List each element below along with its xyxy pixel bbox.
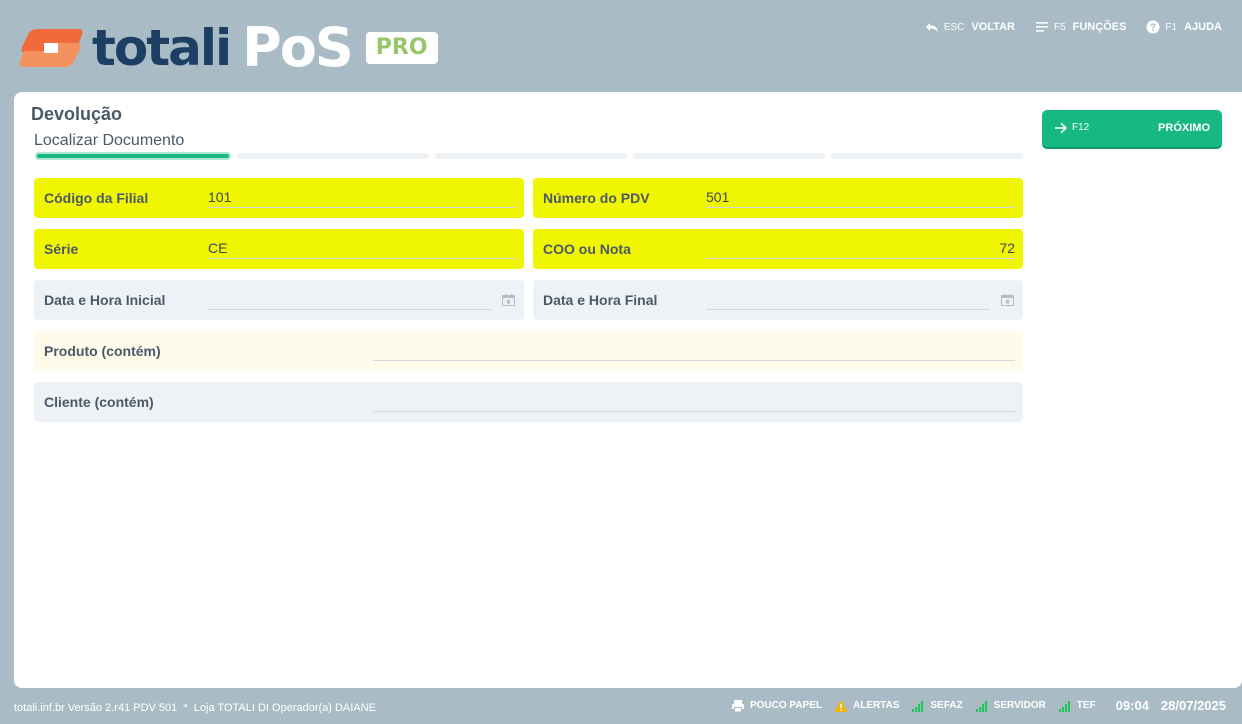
status-info: totali.inf.br Versão 2.r41 PDV 501 * Loj… <box>14 702 376 714</box>
serie-input[interactable]: CE <box>208 239 516 259</box>
cliente-label: Cliente (contém) <box>44 394 154 410</box>
app-header: totali PoS PRO ESC VOLTAR F5 FUNÇÕES ? F… <box>0 0 1242 92</box>
data-final-label: Data e Hora Final <box>543 292 658 308</box>
numero-pdv-field: Número do PDV 501 <box>533 178 1023 218</box>
back-label: VOLTAR <box>971 21 1015 33</box>
coo-nota-label: COO ou Nota <box>543 241 631 257</box>
next-key: F12 <box>1072 122 1090 133</box>
serie-label: Série <box>44 241 79 257</box>
help-key: F1 <box>1165 21 1178 33</box>
produto-field: Produto (contém) <box>34 331 1023 371</box>
status-server[interactable]: SERVIDOR <box>975 699 1046 713</box>
menu-lines-icon <box>1035 22 1048 32</box>
back-key: ESC <box>943 21 965 33</box>
signal-icon <box>975 700 987 712</box>
numero-pdv-label: Número do PDV <box>543 190 650 206</box>
status-indicators: POUCO PAPEL ALERTAS SEFAZ SERVIDOR TEF 0… <box>731 698 1226 713</box>
status-tef[interactable]: TEF <box>1058 699 1096 713</box>
help-circle-icon: ? <box>1146 20 1160 34</box>
status-paper-label: POUCO PAPEL <box>749 700 822 711</box>
produto-input[interactable] <box>373 341 1015 361</box>
logo-mark-icon <box>19 29 83 67</box>
codigo-filial-label: Código da Filial <box>44 190 149 206</box>
help-button[interactable]: ? F1 AJUDA <box>1146 20 1222 34</box>
step-indicator <box>435 153 627 159</box>
warning-icon <box>834 699 848 712</box>
coo-nota-input[interactable]: 72 <box>706 239 1015 259</box>
header-actions: ESC VOLTAR F5 FUNÇÕES ? F1 AJUDA <box>925 20 1222 34</box>
produto-label: Produto (contém) <box>44 343 161 359</box>
step-indicator <box>831 153 1023 159</box>
step-title: Localizar Documento <box>34 132 185 149</box>
step-indicator <box>633 153 825 159</box>
next-button[interactable]: F12 PRÓXIMO <box>1042 110 1222 147</box>
data-inicial-field: Data e Hora Inicial <box>34 280 524 320</box>
data-inicial-input[interactable] <box>208 290 492 310</box>
serie-field: Série CE <box>34 229 524 269</box>
cliente-input[interactable] <box>373 392 1015 412</box>
signal-icon <box>912 700 924 712</box>
functions-button[interactable]: F5 FUNÇÕES <box>1035 20 1126 34</box>
next-label: PRÓXIMO <box>1158 122 1210 134</box>
page-title: Devolução <box>31 104 123 124</box>
status-tef-label: TEF <box>1076 700 1096 711</box>
numero-pdv-input[interactable]: 501 <box>706 188 1015 208</box>
data-inicial-label: Data e Hora Inicial <box>44 292 166 308</box>
status-alerts-label: ALERTAS <box>853 700 900 711</box>
brand-edition-badge: PRO <box>365 32 438 64</box>
status-date: 28/07/2025 <box>1160 698 1226 713</box>
data-final-input[interactable] <box>706 290 990 310</box>
step-progress <box>35 152 1023 160</box>
status-sefaz-label: SEFAZ <box>930 700 963 711</box>
calendar-icon[interactable] <box>502 294 515 306</box>
cliente-field: Cliente (contém) <box>34 382 1023 422</box>
main-panel: Devolução Localizar Documento Código da … <box>14 92 1242 688</box>
svg-text:?: ? <box>1150 23 1156 34</box>
status-alerts[interactable]: ALERTAS <box>834 699 899 713</box>
arrow-right-icon <box>1055 122 1067 134</box>
codigo-filial-input[interactable]: 101 <box>208 188 516 208</box>
help-label: AJUDA <box>1184 21 1222 33</box>
status-bar: totali.inf.br Versão 2.r41 PDV 501 * Loj… <box>0 688 1242 724</box>
brand-logo: totali PoS PRO <box>16 16 438 79</box>
calendar-icon[interactable] <box>1001 294 1014 306</box>
step-indicator <box>35 152 231 160</box>
status-time: 09:04 <box>1115 698 1149 713</box>
printer-icon <box>731 699 744 712</box>
codigo-filial-field: Código da Filial 101 <box>34 178 524 218</box>
functions-label: FUNÇÕES <box>1072 21 1127 33</box>
functions-key: F5 <box>1053 21 1066 33</box>
step-indicator <box>237 153 429 159</box>
data-final-field: Data e Hora Final <box>533 280 1023 320</box>
status-paper[interactable]: POUCO PAPEL <box>731 699 822 713</box>
status-sefaz[interactable]: SEFAZ <box>911 699 963 713</box>
undo-arrow-icon <box>925 23 938 32</box>
back-button[interactable]: ESC VOLTAR <box>925 20 1015 34</box>
coo-nota-field: COO ou Nota 72 <box>533 229 1023 269</box>
signal-icon <box>1058 700 1070 712</box>
brand-product: PoS <box>242 16 354 79</box>
status-server-label: SERVIDOR <box>993 700 1046 711</box>
brand-name: totali <box>92 19 232 77</box>
